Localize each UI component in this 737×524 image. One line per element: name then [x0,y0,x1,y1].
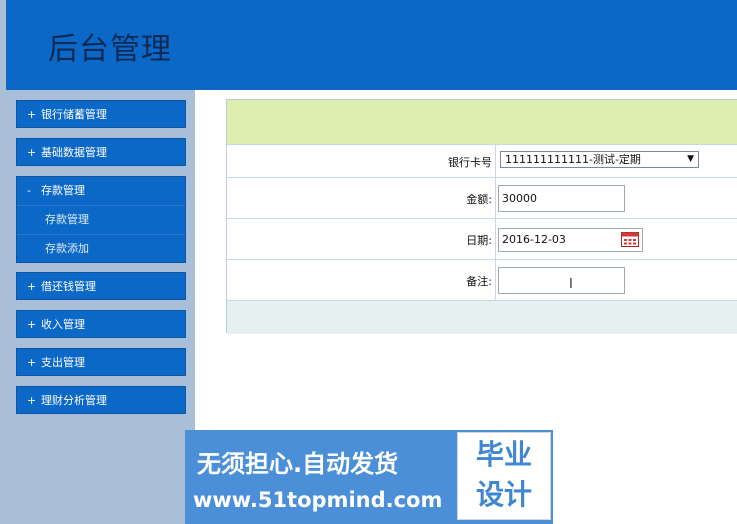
watermark-box-line2: 设计 [475,478,532,511]
expand-sign: + [27,280,37,293]
watermark-banner: 无须担心.自动发货 www.51topmind.com 毕业 设计 [185,430,553,524]
menu-label: 理财分析管理 [41,394,107,407]
remark-input[interactable] [498,267,625,294]
menu-bank-savings[interactable]: + 银行储蓄管理 [16,100,186,128]
expand-sign: + [27,146,37,159]
date-value: 2016-12-03 [502,233,566,246]
row-remark: 备注: I [227,259,737,300]
column-divider [495,260,496,300]
sidebar: + 银行储蓄管理 + 基础数据管理 - 存款管理 存款管理 存款添加 + 借还钱管理 +… [6,90,195,524]
app-title: 后台管理 [48,32,172,67]
row-amount: 金额: 30000 [227,177,737,218]
menu-borrow-repay[interactable]: + 借还钱管理 [16,272,186,300]
expand-sign: + [27,318,37,331]
row-bank-card: 银行卡号 111111111111-测试-定期 ▼ [227,144,737,177]
form-title-bar [227,100,737,144]
watermark-url: www.51topmind.com [193,488,443,512]
menu-label: 收入管理 [41,318,85,331]
form-footer-bar [227,300,737,334]
deposit-form: 银行卡号 111111111111-测试-定期 ▼ 金额: 30000 日期: … [226,99,737,334]
remark-label: 备注: [466,275,492,288]
menu-base-data[interactable]: + 基础数据管理 [16,138,186,166]
text-cursor-icon: I [569,277,573,292]
expand-sign: + [27,356,37,369]
menu-deposit-group: - 存款管理 存款管理 存款添加 [16,176,186,263]
app-header: 后台管理 [6,0,737,90]
column-divider [495,145,496,177]
watermark-logo-box: 毕业 设计 [457,432,551,520]
submenu-deposit-manage[interactable]: 存款管理 [17,205,185,234]
menu-label: 基础数据管理 [41,146,107,159]
menu-label: 银行储蓄管理 [41,108,107,121]
menu-deposit[interactable]: - 存款管理 [17,177,185,205]
collapse-sign: - [27,184,31,197]
bank-card-label: 银行卡号 [448,156,492,169]
menu-label: 存款管理 [41,184,85,197]
menu-expense[interactable]: + 支出管理 [16,348,186,376]
calendar-icon[interactable] [621,232,639,247]
expand-sign: + [27,108,37,121]
amount-label: 金额: [466,193,492,206]
date-label: 日期: [466,234,492,247]
bank-card-select[interactable]: 111111111111-测试-定期 ▼ [500,151,699,168]
bank-card-value: 111111111111-测试-定期 [505,153,641,166]
row-date: 日期: 2016-12-03 [227,218,737,259]
watermark-slogan: 无须担心.自动发货 [197,450,399,478]
date-input[interactable]: 2016-12-03 [498,228,643,252]
watermark-box-line1: 毕业 [475,438,532,471]
amount-input[interactable]: 30000 [498,185,625,212]
menu-income[interactable]: + 收入管理 [16,310,186,338]
column-divider [495,178,496,218]
expand-sign: + [27,394,37,407]
menu-label: 支出管理 [41,356,85,369]
chevron-down-icon: ▼ [687,154,694,164]
menu-label: 借还钱管理 [41,280,96,293]
submenu-deposit-add[interactable]: 存款添加 [17,234,185,263]
menu-finance-analysis[interactable]: + 理财分析管理 [16,386,186,414]
column-divider [495,219,496,259]
